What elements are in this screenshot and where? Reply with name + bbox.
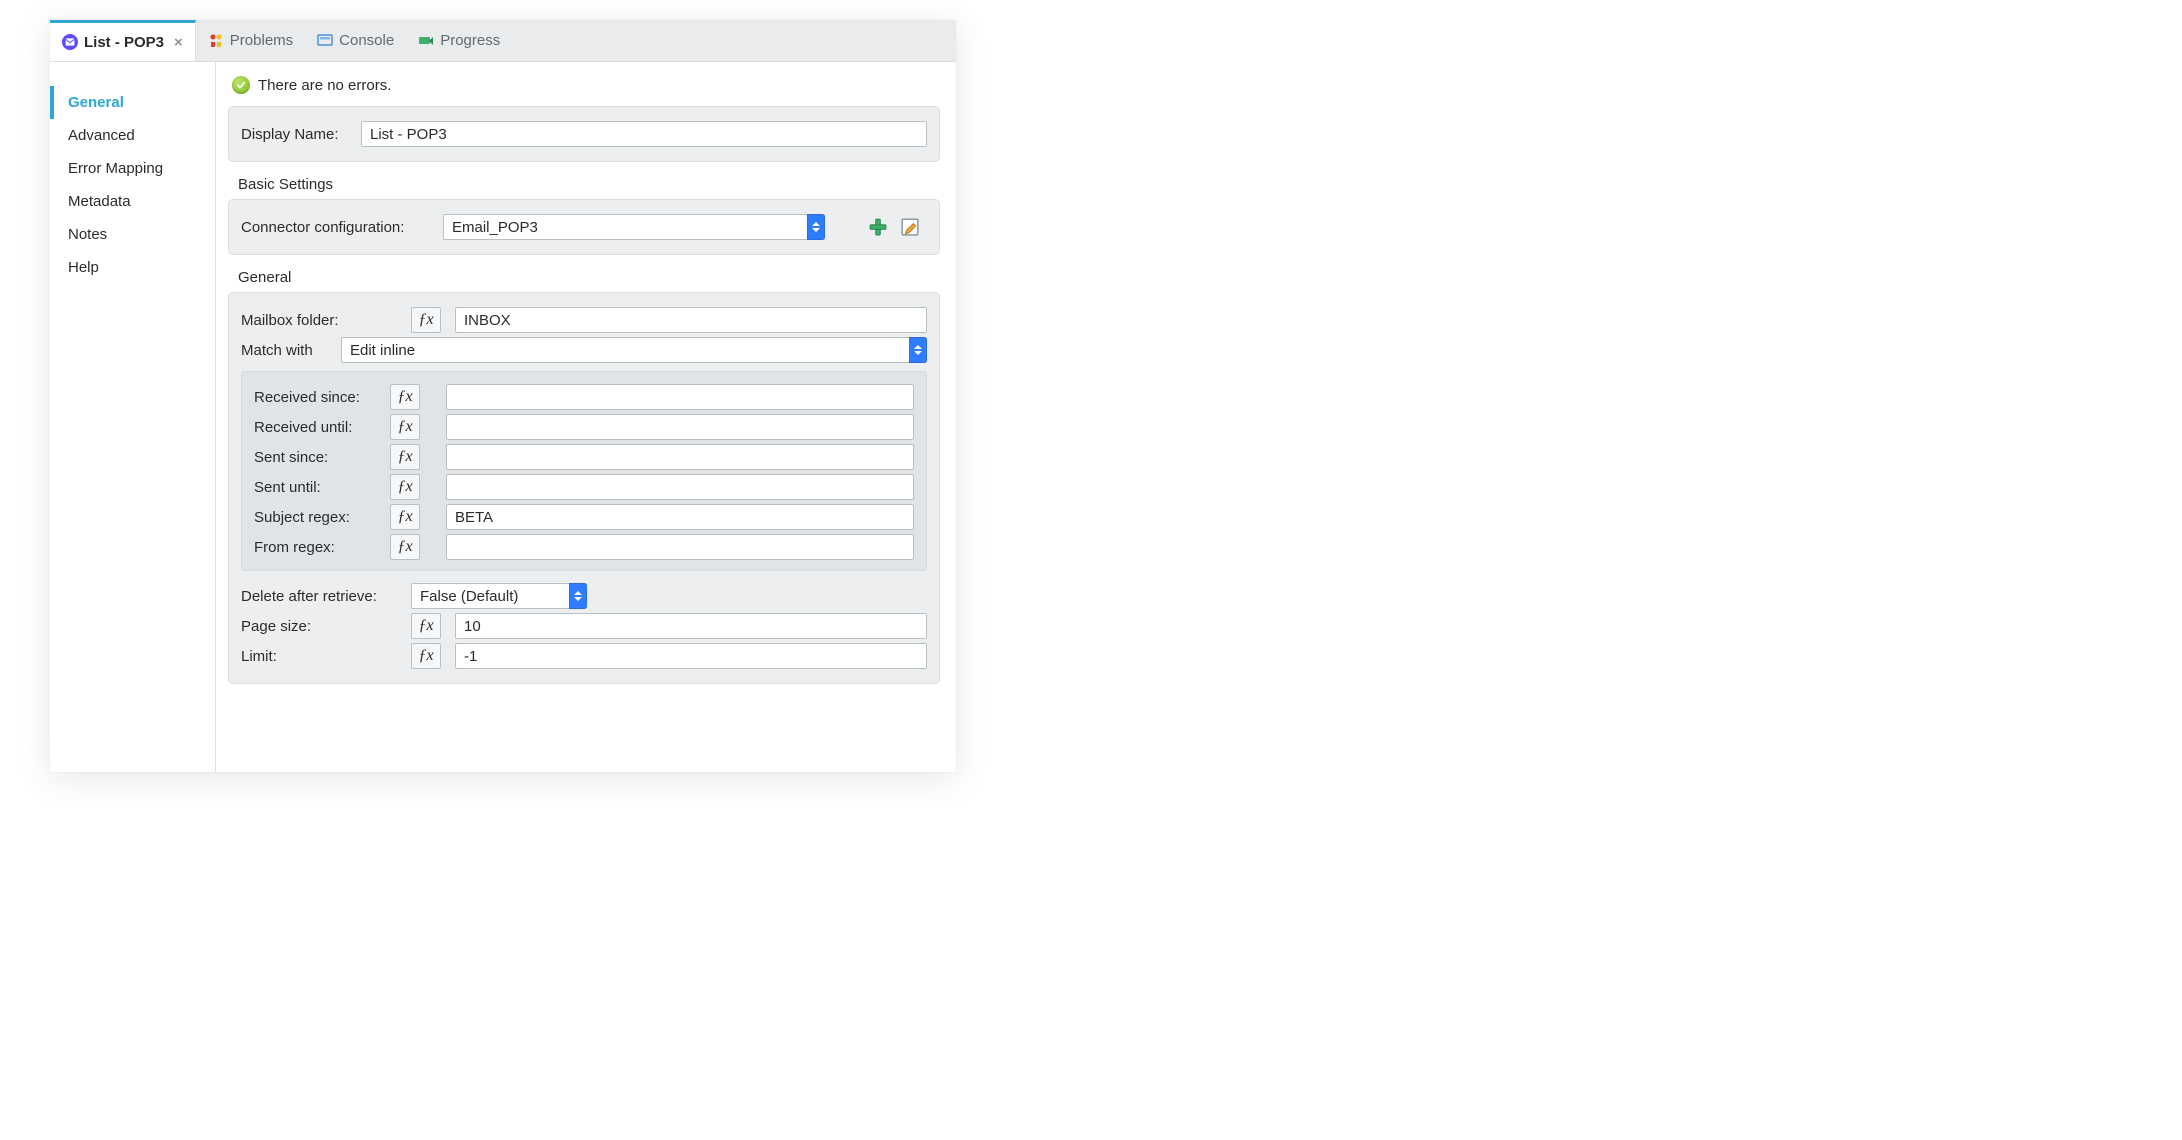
sidebar-item-label: General	[68, 94, 124, 111]
fx-button-sent-since[interactable]: ƒx	[390, 444, 420, 470]
general-title: General	[238, 269, 940, 286]
fx-button-received-until[interactable]: ƒx	[390, 414, 420, 440]
tab-label: Progress	[440, 32, 500, 49]
sent-since-label: Sent since:	[254, 449, 380, 466]
fx-button-limit[interactable]: ƒx	[411, 643, 441, 669]
received-until-input[interactable]	[446, 414, 914, 440]
sent-since-input[interactable]	[446, 444, 914, 470]
tab-problems[interactable]: Problems	[196, 20, 305, 61]
sent-until-input[interactable]	[446, 474, 914, 500]
sidebar-item-label: Advanced	[68, 127, 135, 144]
received-until-label: Received until:	[254, 419, 380, 436]
check-circle-icon	[232, 76, 250, 94]
fx-button-received-since[interactable]: ƒx	[390, 384, 420, 410]
tab-console[interactable]: Console	[305, 20, 406, 61]
fx-button-page-size[interactable]: ƒx	[411, 613, 441, 639]
connector-config-select[interactable]: Email_POP3	[443, 214, 825, 240]
tab-label: List - POP3	[84, 34, 164, 51]
basic-settings-title: Basic Settings	[238, 176, 940, 193]
match-with-label: Match with	[241, 342, 331, 359]
received-since-label: Received since:	[254, 389, 380, 406]
tab-progress[interactable]: Progress	[406, 20, 512, 61]
main-panel: There are no errors. Display Name: Basic…	[216, 62, 956, 772]
basic-settings-panel: Connector configuration: Email_POP3	[228, 199, 940, 255]
sidebar-item-notes[interactable]: Notes	[50, 218, 215, 251]
tabbar: List - POP3 × Problems Console Progress	[50, 20, 956, 62]
sidebar-item-metadata[interactable]: Metadata	[50, 185, 215, 218]
limit-input[interactable]	[455, 643, 927, 669]
subject-regex-input[interactable]	[446, 504, 914, 530]
progress-icon	[418, 33, 434, 49]
problems-icon	[208, 33, 224, 49]
close-icon[interactable]: ×	[170, 34, 183, 51]
sidebar-item-label: Metadata	[68, 193, 131, 210]
display-name-panel: Display Name:	[228, 106, 940, 162]
status-message: There are no errors.	[258, 77, 391, 94]
fx-button-sent-until[interactable]: ƒx	[390, 474, 420, 500]
fx-button-from-regex[interactable]: ƒx	[390, 534, 420, 560]
sidebar: General Advanced Error Mapping Metadata …	[50, 62, 216, 772]
match-with-select[interactable]: Edit inline	[341, 337, 927, 363]
fx-button-subject-regex[interactable]: ƒx	[390, 504, 420, 530]
status-row: There are no errors.	[232, 76, 940, 94]
from-regex-label: From regex:	[254, 539, 380, 556]
match-subpanel: Received since: ƒx Received until: ƒx Se…	[241, 371, 927, 571]
connector-config-label: Connector configuration:	[241, 219, 433, 236]
delete-after-retrieve-label: Delete after retrieve:	[241, 588, 401, 605]
editor-window: List - POP3 × Problems Console Progress …	[50, 20, 956, 772]
page-size-label: Page size:	[241, 618, 401, 635]
received-since-input[interactable]	[446, 384, 914, 410]
console-icon	[317, 33, 333, 49]
mail-icon	[62, 34, 78, 50]
sidebar-item-label: Error Mapping	[68, 160, 163, 177]
tab-label: Problems	[230, 32, 293, 49]
edit-config-button[interactable]	[899, 216, 921, 238]
sidebar-item-label: Notes	[68, 226, 107, 243]
from-regex-input[interactable]	[446, 534, 914, 560]
sidebar-item-error-mapping[interactable]: Error Mapping	[50, 152, 215, 185]
display-name-input[interactable]	[361, 121, 927, 147]
sidebar-item-help[interactable]: Help	[50, 251, 215, 284]
delete-after-retrieve-value: False (Default)	[411, 583, 587, 609]
sidebar-item-general[interactable]: General	[50, 86, 215, 119]
sent-until-label: Sent until:	[254, 479, 380, 496]
limit-label: Limit:	[241, 648, 401, 665]
page-size-input[interactable]	[455, 613, 927, 639]
add-config-button[interactable]	[867, 216, 889, 238]
mailbox-folder-input[interactable]	[455, 307, 927, 333]
match-with-value: Edit inline	[341, 337, 927, 363]
tab-list-pop3[interactable]: List - POP3 ×	[50, 20, 196, 61]
display-name-label: Display Name:	[241, 126, 351, 143]
mailbox-folder-label: Mailbox folder:	[241, 312, 401, 329]
connector-config-value: Email_POP3	[443, 214, 825, 240]
general-panel: Mailbox folder: ƒx Match with Edit inlin…	[228, 292, 940, 684]
delete-after-retrieve-select[interactable]: False (Default)	[411, 583, 587, 609]
tab-label: Console	[339, 32, 394, 49]
fx-button-mailbox[interactable]: ƒx	[411, 307, 441, 333]
sidebar-item-label: Help	[68, 259, 99, 276]
sidebar-item-advanced[interactable]: Advanced	[50, 119, 215, 152]
subject-regex-label: Subject regex:	[254, 509, 380, 526]
